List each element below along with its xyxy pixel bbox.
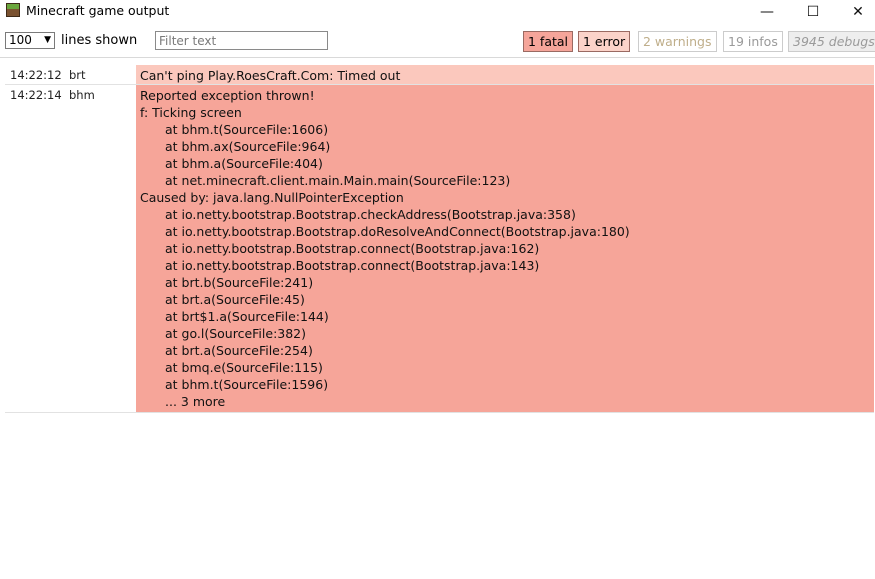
stack-line: f: Ticking screen [140, 105, 242, 120]
stack-line: at bhm.t(SourceFile:1606) [165, 122, 329, 137]
warnings-filter-toggle[interactable]: 2 warnings [638, 31, 717, 52]
stack-line: at io.netty.bootstrap.Bootstrap.doResolv… [165, 224, 630, 239]
log-list: 14:22:12 brt Can't ping Play.RoesCraft.C… [5, 65, 874, 413]
stack-line: at brt$1.a(SourceFile:144) [165, 309, 329, 324]
log-timestamp: 14:22:14 [10, 88, 62, 102]
stack-line: at io.netty.bootstrap.Bootstrap.checkAdd… [165, 207, 576, 222]
minimize-button[interactable]: — [744, 0, 790, 24]
stack-line: at brt.a(SourceFile:45) [165, 292, 305, 307]
log-source: bhm [69, 88, 95, 102]
log-message: Reported exception thrown! f: Ticking sc… [136, 85, 874, 412]
stack-line: at net.minecraft.client.main.Main.main(S… [165, 173, 511, 188]
debugs-filter-toggle[interactable]: 3945 debugs [788, 31, 875, 52]
error-filter-toggle[interactable]: 1 error [578, 31, 631, 52]
stack-line: ... 3 more [165, 394, 226, 409]
title-bar: Minecraft game output — ☐ ✕ [0, 0, 875, 24]
maximize-button[interactable]: ☐ [790, 0, 836, 24]
log-timestamp: 14:22:12 [10, 68, 62, 82]
lines-shown-label: lines shown [61, 33, 138, 48]
infos-filter-toggle[interactable]: 19 infos [723, 31, 783, 52]
stack-line: Reported exception thrown! [140, 88, 315, 103]
stack-line: at io.netty.bootstrap.Bootstrap.connect(… [165, 258, 540, 273]
stack-line: at go.l(SourceFile:382) [165, 326, 307, 341]
lines-shown-value: 100 [9, 33, 32, 47]
fatal-filter-toggle[interactable]: 1 fatal [523, 31, 574, 52]
chevron-down-icon: ▼ [44, 35, 51, 45]
stack-line: at bhm.a(SourceFile:404) [165, 156, 323, 171]
lines-shown-select[interactable]: 100 ▼ [5, 32, 55, 49]
filter-text-input[interactable] [155, 31, 328, 50]
log-message: Can't ping Play.RoesCraft.Com: Timed out [136, 65, 874, 84]
toolbar: 100 ▼ lines shown 1 fatal 1 error 2 warn… [0, 28, 875, 54]
minecraft-grass-block-icon [6, 3, 20, 17]
window-title: Minecraft game output [26, 3, 170, 18]
stack-line: at bhm.ax(SourceFile:964) [165, 139, 331, 154]
log-row[interactable]: 14:22:14 bhm Reported exception thrown! … [5, 85, 874, 413]
log-row[interactable]: 14:22:12 brt Can't ping Play.RoesCraft.C… [5, 65, 874, 85]
close-button[interactable]: ✕ [835, 0, 875, 24]
stack-line: at bmq.e(SourceFile:115) [165, 360, 323, 375]
stack-line: at io.netty.bootstrap.Bootstrap.connect(… [165, 241, 540, 256]
stack-line: at bhm.t(SourceFile:1596) [165, 377, 329, 392]
stack-line: at brt.b(SourceFile:241) [165, 275, 314, 290]
stack-line: Caused by: java.lang.NullPointerExceptio… [140, 190, 404, 205]
log-source: brt [69, 68, 86, 82]
toolbar-divider [0, 57, 875, 58]
stack-line: at brt.a(SourceFile:254) [165, 343, 313, 358]
